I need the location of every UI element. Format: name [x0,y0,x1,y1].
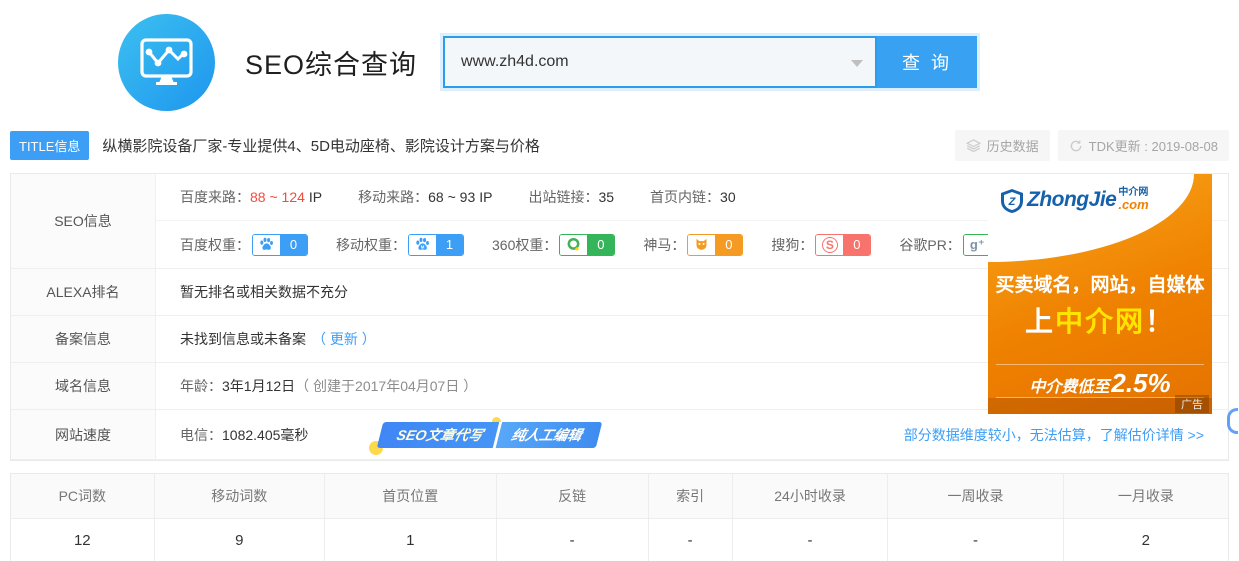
row-label: 备案信息 [11,316,156,362]
ad-divider [996,364,1204,365]
layers-icon [966,138,981,153]
history-data-button[interactable]: 历史数据 [955,130,1050,161]
col-header-week-included[interactable]: 一周收录 [888,474,1063,518]
chevron-down-icon[interactable] [851,60,863,67]
baidu-paw-icon [259,237,274,252]
row-label: SEO信息 [11,174,156,268]
svg-text:M: M [421,245,425,250]
keyword-stats-table: PC词数 移动词数 首页位置 反链 索引 24小时收录 一周收录 一月收录 12… [10,473,1229,561]
estimate-details-link[interactable]: 部分数据维度较小，无法估算，了解估价详情 >> [904,425,1228,445]
col-header-mobile-words[interactable]: 移动词数 [155,474,325,518]
row-label: 域名信息 [11,363,156,409]
mobile-weight[interactable]: 移动权重： M 1 [336,234,464,256]
brand-tld: .com [1118,198,1148,211]
speed-value: 1082.405毫秒 [222,425,308,445]
zhongjie-logo: Z ZhongJie 中介网 .com [1000,188,1149,214]
sogou-logo-icon: S [822,237,838,253]
google-plus-icon: g⁺ [970,237,985,253]
col-header-month-included[interactable]: 一月收录 [1064,474,1228,518]
stats-header-row: PC词数 移动词数 首页位置 反链 索引 24小时收录 一周收录 一月收录 [11,474,1228,519]
ad-slogan-1: 买卖域名，网站，自媒体 [988,270,1212,297]
icp-status: 未找到信息或未备案 [180,329,306,349]
homepage-internal-links: 首页内链：30 [650,187,736,207]
stat-mobile-words: 9 [155,519,325,561]
row-label: 网站速度 [11,410,156,459]
telecom-label: 电信： [180,425,222,445]
ad-slogan-2: 上中介网！ [988,300,1212,340]
search-bar: 查 询 [443,36,977,88]
seo-info-table: SEO信息 百度来路：88 ~ 124IP 移动来路：68 ~ 93IP 出站链… [10,173,1229,461]
mobile-traffic: 移动来路：68 ~ 93IP [358,187,492,207]
query-button[interactable]: 查 询 [877,36,977,88]
header: SEO综合查询 查 询 [0,0,1239,112]
page-title: SEO综合查询 [245,43,417,82]
stats-value-row: 12 9 1 - - - - 2 [11,519,1228,561]
alexa-value: 暂无排名或相关数据不充分 [180,282,348,302]
stat-month-included: 2 [1064,519,1228,561]
col-header-homepage-position[interactable]: 首页位置 [325,474,497,518]
seo-tool-logo-icon [118,14,215,111]
shenma-weight[interactable]: 神马： 0 [643,234,743,256]
col-header-24h-included[interactable]: 24小时收录 [733,474,889,518]
col-header-pc-words[interactable]: PC词数 [11,474,155,518]
domain-age-label: 年龄： [180,376,222,396]
stat-24h-included: - [733,519,889,561]
col-header-backlinks[interactable]: 反链 [497,474,649,518]
icp-refresh-link[interactable]: （ 更新 ） [312,329,376,349]
stat-homepage-position: 1 [325,519,497,561]
baidu-traffic: 百度来路：88 ~ 124IP [180,187,322,207]
mobile-paw-icon: M [415,237,430,252]
refresh-icon [1069,139,1083,153]
row-label: ALEXA排名 [11,269,156,315]
360-logo-icon [566,237,581,252]
tdk-update-button[interactable]: TDK更新 : 2019-08-08 [1058,130,1229,161]
outbound-links: 出站链接：35 [528,187,614,207]
shield-icon: Z [1000,188,1024,214]
col-header-index[interactable]: 索引 [649,474,733,518]
search-input[interactable] [443,36,877,88]
360-weight[interactable]: 360权重： 0 [492,234,615,256]
stat-index: - [649,519,733,561]
tdk-update-label: TDK更新 : 2019-08-08 [1089,136,1218,155]
sogou-weight[interactable]: 搜狗： S 0 [771,234,871,256]
shenma-owl-icon [694,237,709,252]
history-data-label: 历史数据 [987,136,1039,155]
promo-ribbon[interactable]: SEO文章代写 纯人工编辑 [380,422,599,448]
table-row-speed: 网站速度 电信： 1082.405毫秒 SEO文章代写 纯人工编辑 部分数据维度… [11,410,1228,460]
brand-name: ZhongJie [1027,188,1116,212]
stat-backlinks: - [497,519,649,561]
cursor-artifact [1227,408,1238,434]
stat-week-included: - [888,519,1063,561]
ad-tag-label: 广告 [1175,395,1209,413]
title-info-badge: TITLE信息 [10,131,89,160]
promo-seg1: SEO文章代写 [377,422,499,448]
svg-text:Z: Z [1008,196,1017,208]
domain-created-date: （ 创建于2017年04月07日 ） [295,376,477,396]
promo-seg2: 纯人工编辑 [496,422,602,448]
zhongjie-ad-banner[interactable]: Z ZhongJie 中介网 .com 买卖域名，网站，自媒体 上中介网！ 中介… [988,174,1212,414]
stat-pc-words: 12 [11,519,155,561]
site-title-text: 纵横影院设备厂家-专业提供4、5D电动座椅、影院设计方案与价格 [102,135,540,156]
domain-age-value: 3年1月12日 [222,376,295,396]
title-bar: TITLE信息 纵横影院设备厂家-专业提供4、5D电动座椅、影院设计方案与价格 … [10,130,1229,161]
baidu-weight[interactable]: 百度权重： 0 [180,234,308,256]
